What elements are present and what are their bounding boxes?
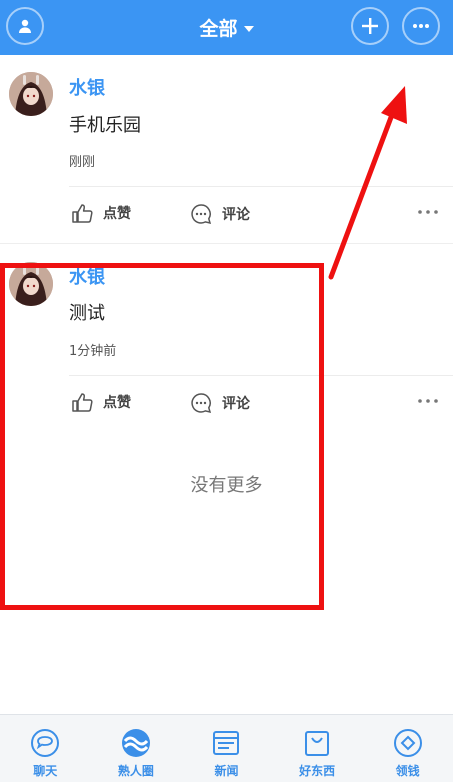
post-timestamp: 刚刚 — [69, 155, 96, 170]
profile-button[interactable] — [6, 7, 44, 45]
thumbs-up-icon — [72, 204, 93, 223]
news-icon — [213, 731, 240, 755]
nav-item-goods[interactable]: 好东西 — [272, 715, 363, 782]
post-content: 手机乐园 — [69, 115, 141, 136]
more-options-button[interactable] — [402, 7, 440, 45]
nav-label: 新闻 — [214, 764, 239, 778]
ellipsis-icon — [413, 24, 429, 28]
feed-filter-dropdown[interactable]: 全部 — [199, 14, 254, 41]
feed-post: 水银 手机乐园 刚刚 点赞 评论 — [0, 55, 453, 243]
avatar[interactable] — [9, 72, 53, 116]
add-post-button[interactable] — [351, 7, 389, 45]
chat-icon — [31, 729, 60, 757]
nav-label: 熟人圈 — [117, 764, 154, 778]
annotation-highlight-box — [0, 263, 324, 610]
comment-bubble-icon — [191, 204, 212, 225]
page-title: 全部 — [199, 18, 238, 40]
money-diamond-icon — [393, 729, 422, 757]
app-root: 全部 水银 手机乐园 刚刚 点赞 评论 水银 测试 1分钟前 点赞 评论 没有更… — [0, 0, 453, 782]
plus-icon — [362, 18, 378, 34]
caret-down-icon — [243, 25, 254, 32]
bottom-navigation: 聊天 熟人圈 新闻 好东西 领钱 — [0, 714, 453, 782]
nav-label: 好东西 — [299, 764, 336, 778]
like-label: 点赞 — [103, 206, 131, 222]
moments-icon — [121, 729, 150, 757]
post-username[interactable]: 水银 — [69, 74, 105, 100]
ellipsis-icon — [418, 399, 438, 403]
post-more-button[interactable] — [417, 398, 439, 404]
ellipsis-icon — [418, 210, 438, 214]
post-more-button[interactable] — [417, 209, 439, 215]
nav-item-chat[interactable]: 聊天 — [0, 715, 91, 782]
nav-item-moments[interactable]: 熟人圈 — [91, 715, 182, 782]
comment-label: 评论 — [222, 207, 250, 223]
top-header: 全部 — [0, 0, 453, 55]
nav-item-news[interactable]: 新闻 — [181, 715, 272, 782]
shopping-bag-icon — [305, 731, 330, 756]
nav-label: 聊天 — [33, 764, 58, 778]
comment-button[interactable]: 评论 — [190, 203, 250, 225]
nav-item-money[interactable]: 领钱 — [362, 715, 453, 782]
like-button[interactable]: 点赞 — [71, 203, 131, 223]
post-actions: 点赞 评论 — [0, 187, 453, 242]
nav-label: 领钱 — [395, 764, 420, 778]
person-icon — [19, 19, 31, 33]
